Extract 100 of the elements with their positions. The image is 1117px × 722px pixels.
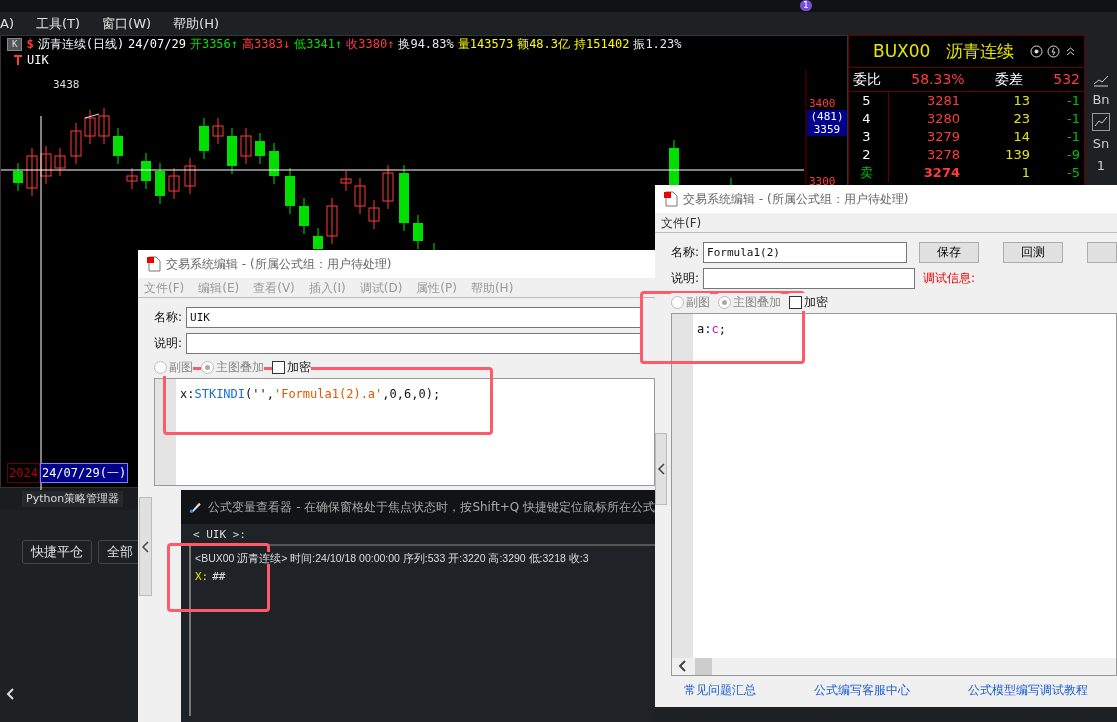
window-title: 交易系统编辑 - (所属公式组：用户待处理): [683, 191, 909, 208]
price-axis-label: 3400: [809, 96, 836, 112]
chevron-left-icon: [678, 660, 687, 672]
candle: [98, 107, 110, 145]
field-label: 名称:: [154, 309, 183, 326]
collapse-handle[interactable]: [655, 433, 667, 505]
toolbar-button[interactable]: Sn: [1092, 133, 1110, 153]
field-label: 说明:: [671, 270, 700, 287]
order-volume: 1: [1020, 164, 1031, 182]
quote-stat: 低3341↑: [294, 36, 343, 52]
ratio-value: 58.33%: [911, 70, 965, 89]
candle: [299, 197, 309, 235]
order-price: 3278: [925, 146, 961, 164]
chart-date: 24/07/29: [128, 36, 186, 52]
collapse-handle[interactable]: [139, 497, 152, 596]
code-line: x:STKINDI('','Formula1(2).a',0,6,0);: [179, 386, 442, 403]
code-line: a:c;: [696, 321, 727, 338]
menu-item[interactable]: 帮助(H): [173, 13, 219, 34]
action-button[interactable]: 快捷平仓: [22, 540, 92, 564]
crosshair-price-label: (481) 3359: [807, 110, 847, 136]
order-price: 3281: [925, 92, 961, 110]
panel-tab[interactable]: Python策略管理器: [22, 490, 124, 508]
variable-name: X:: [195, 569, 209, 585]
toolbar-button[interactable]: 1: [1096, 156, 1106, 176]
horizontal-scrollbar[interactable]: [672, 658, 1116, 675]
document-icon: [663, 191, 679, 207]
description-field[interactable]: [186, 332, 642, 354]
radio-button[interactable]: [718, 295, 731, 309]
window-title: 交易系统编辑 - (所属公式组：用户待处理): [166, 256, 392, 273]
price-axis-label: 3300: [809, 174, 836, 190]
candle: [54, 147, 66, 177]
order-change: -1: [1066, 92, 1081, 110]
notification-badge: 1: [800, 0, 812, 11]
menu-item[interactable]: A): [0, 13, 14, 34]
order-volume: 139: [1004, 146, 1031, 164]
debug-label: 调试信息:: [923, 270, 976, 287]
lightning-icon: [1047, 45, 1061, 58]
order-tier: 5: [849, 92, 889, 110]
help-link[interactable]: 公式编写客服中心: [814, 681, 910, 699]
candle: [340, 170, 352, 192]
chevron-left-icon: [6, 688, 15, 700]
menu-item[interactable]: 文件(F): [661, 213, 702, 232]
line-chart-icon: [1093, 73, 1109, 87]
checkbox-label: 加密: [804, 294, 828, 311]
candle: [126, 167, 138, 190]
dialog-button[interactable]: 回测: [1003, 241, 1063, 263]
order-tier: 4: [849, 110, 889, 128]
quote-stat: 持151402: [574, 36, 630, 52]
checkbox[interactable]: [272, 360, 285, 374]
dialog-button[interactable]: [1087, 241, 1117, 263]
radio-button[interactable]: [154, 360, 167, 374]
quote-stat: 额48.3亿: [517, 36, 571, 52]
candle: [113, 127, 123, 165]
line-chart-icon: [1092, 112, 1110, 131]
help-link[interactable]: 常见问题汇总: [684, 681, 756, 699]
menu-item[interactable]: 工具(T): [35, 13, 81, 34]
order-tier: 2: [849, 146, 889, 164]
radio-button[interactable]: [671, 295, 684, 309]
description-field[interactable]: [703, 267, 916, 289]
order-price: 3279: [925, 128, 961, 146]
ratio-label: 委比: [853, 70, 881, 89]
window-title: 公式变量查看器 - 在确保窗格处于焦点状态时，按Shift+Q 快捷键定位鼠标所在公式: [208, 499, 655, 516]
diff-value: 532: [1053, 70, 1080, 89]
candle: [255, 132, 265, 165]
candle: [413, 214, 423, 250]
candle: [141, 152, 151, 190]
candle: [285, 167, 295, 215]
candle: [70, 122, 82, 165]
radio-label: 主图叠加: [216, 359, 264, 376]
candle: [240, 127, 252, 165]
year-label: 2024: [7, 463, 40, 483]
toolbar-button[interactable]: Bn: [1092, 90, 1110, 110]
quote-stat: 振1.23%: [633, 36, 682, 52]
help-link[interactable]: 公式模型编写调试教程: [968, 681, 1088, 699]
checkbox[interactable]: [789, 295, 802, 309]
chart-type-button[interactable]: K: [7, 37, 23, 51]
pin-icon: [13, 54, 23, 66]
name-field[interactable]: UIK: [186, 306, 642, 328]
field-label: 说明:: [154, 335, 183, 352]
name-field[interactable]: Formula1(2): [703, 241, 907, 263]
candle: [13, 162, 23, 192]
candle: [26, 147, 38, 197]
scroll-thumb[interactable]: [695, 658, 712, 675]
candle: [199, 117, 209, 160]
order-price: 3280: [925, 110, 961, 128]
candle: [155, 162, 165, 205]
checkbox-label: 加密: [287, 359, 311, 376]
radio-label: 副图: [686, 294, 710, 311]
order-volume: 14: [1012, 128, 1031, 146]
candle: [168, 167, 180, 200]
order-change: -9: [1066, 146, 1081, 164]
indicator-label: UIK: [27, 52, 49, 69]
code-editor[interactable]: x:STKINDI('','Formula1(2).a',0,6,0);: [154, 378, 655, 486]
candle: [84, 109, 96, 145]
radio-button[interactable]: [201, 360, 214, 374]
dialog-button[interactable]: 保存: [919, 241, 979, 263]
menu-item[interactable]: 窗口(W): [102, 13, 152, 34]
dollar-icon: $: [26, 36, 34, 52]
candle: [40, 145, 52, 185]
order-volume: 13: [1012, 92, 1031, 110]
